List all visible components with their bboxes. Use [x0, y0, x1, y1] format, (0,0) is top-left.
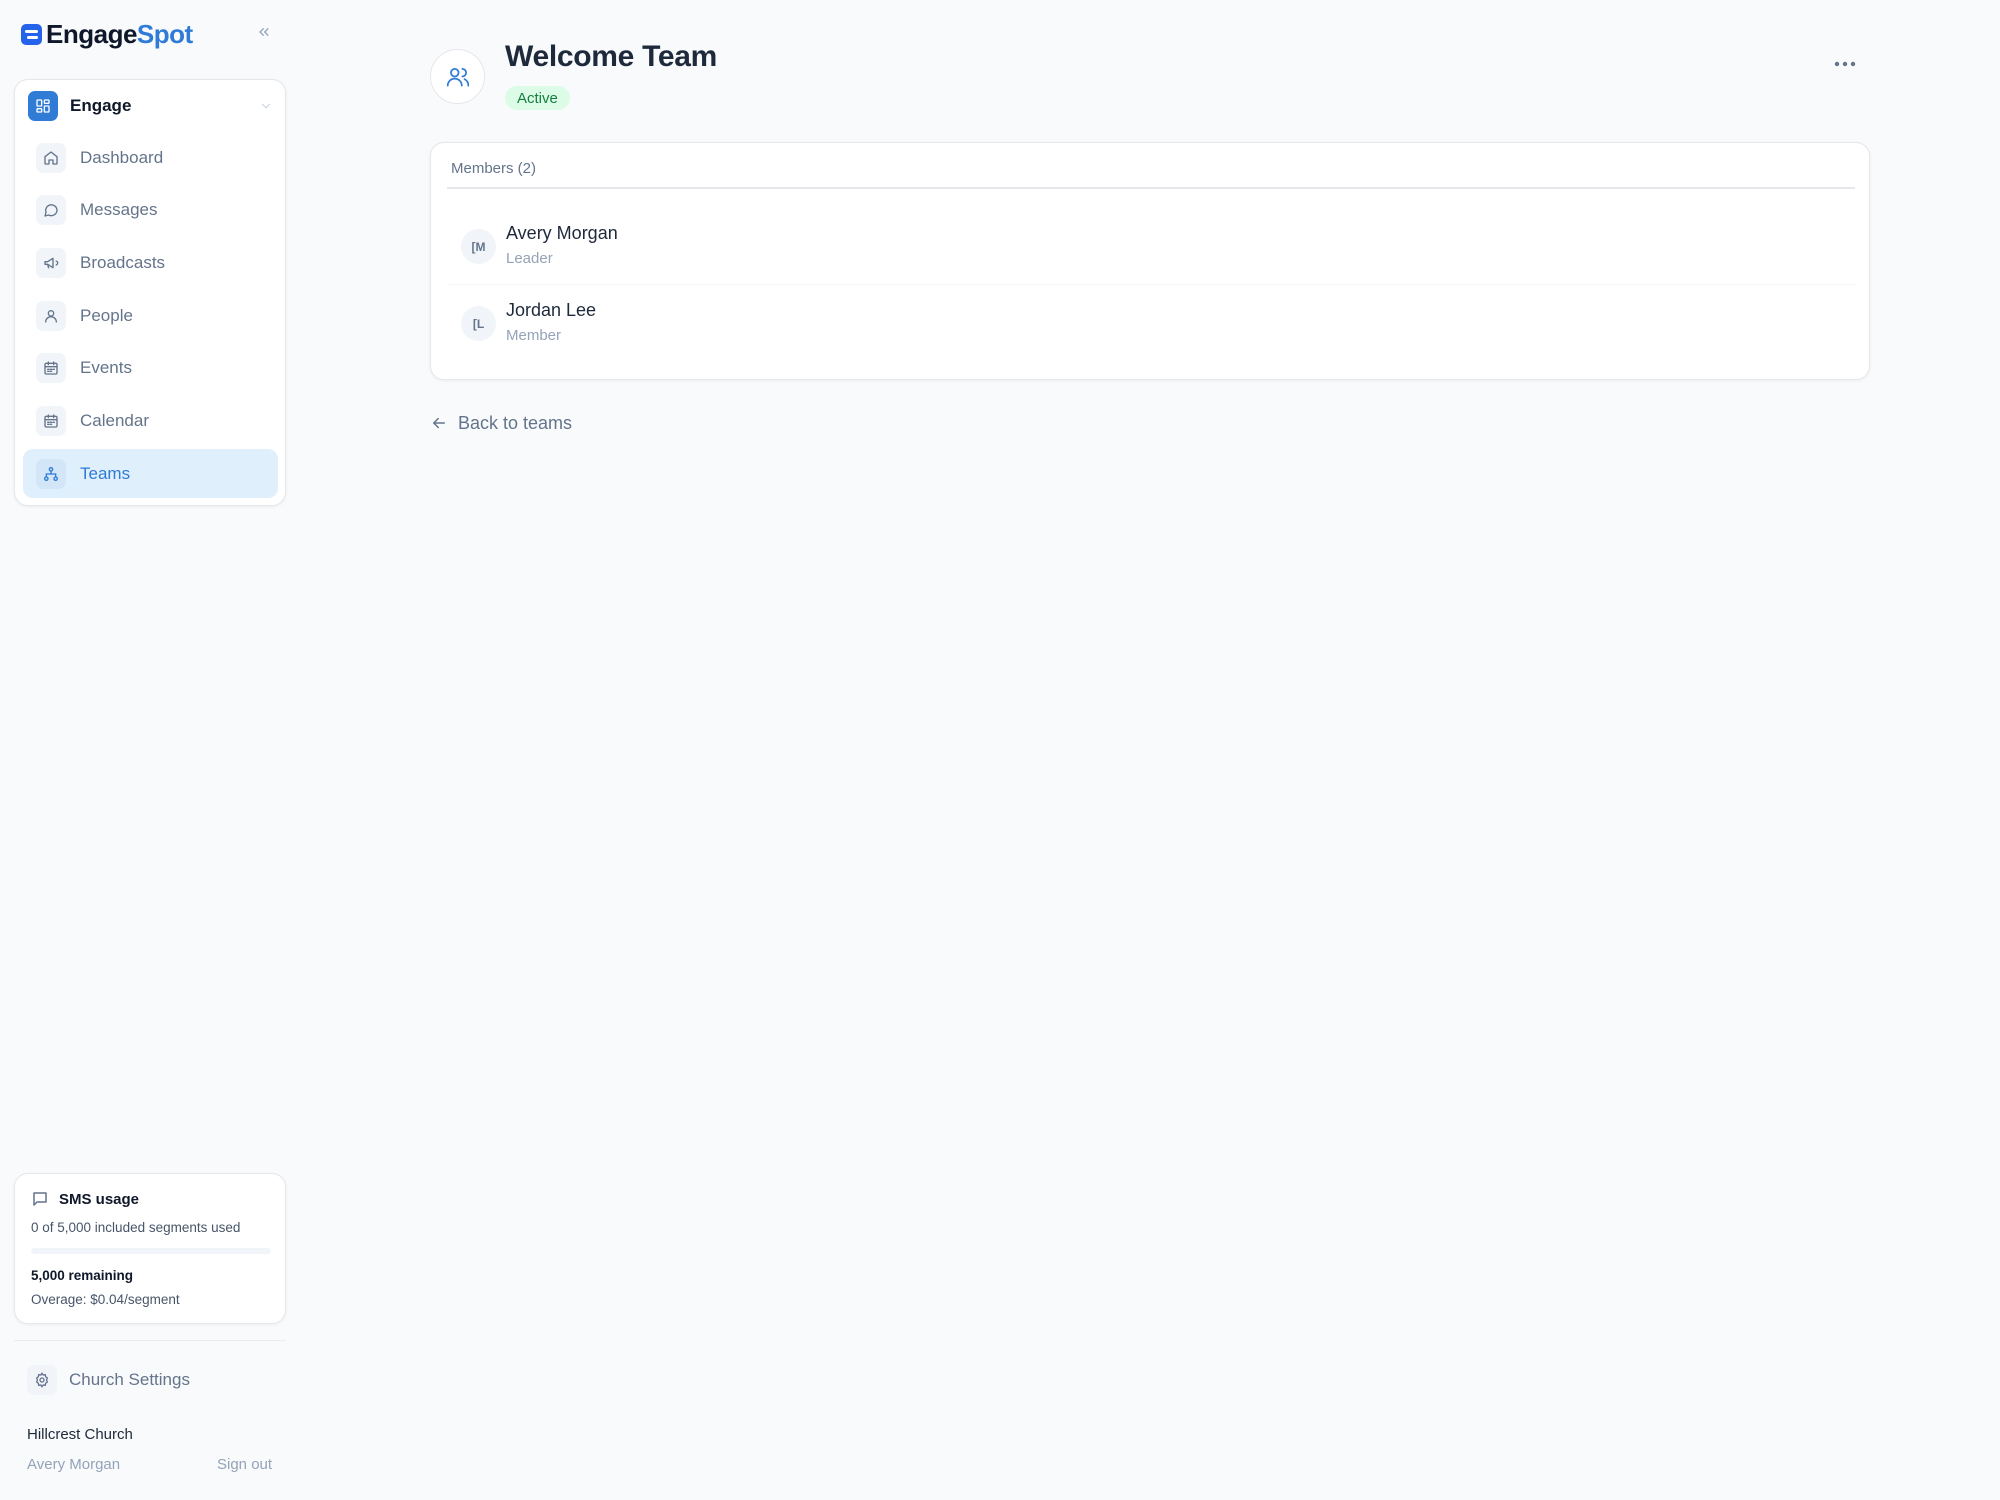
sms-overage: Overage: $0.04/segment [31, 1292, 180, 1307]
sms-usage-title: SMS usage [59, 1190, 140, 1208]
dashboard-grid-icon [28, 91, 58, 121]
status-badge: Active [505, 86, 570, 110]
list-item[interactable]: [L Jordan Lee Member [447, 286, 1855, 362]
sidebar-item-label: People [80, 305, 133, 325]
home-icon [36, 142, 66, 173]
avatar: [M [461, 229, 496, 264]
sidebar-item-dashboard[interactable]: Dashboard [23, 133, 278, 182]
sms-usage-progress [31, 1248, 271, 1254]
avatar: [L [461, 306, 496, 341]
message-square-icon [33, 1192, 47, 1206]
team-avatar [430, 49, 485, 104]
sidebar-item-broadcasts[interactable]: Broadcasts [23, 238, 278, 287]
sidebar-item-label: Messages [80, 200, 158, 220]
collapse-sidebar-button[interactable] [252, 20, 276, 44]
sms-usage-text: 0 of 5,000 included segments used [31, 1220, 241, 1235]
page-title: Welcome Team [505, 40, 718, 73]
org-chart-icon [36, 458, 66, 489]
user-icon [36, 300, 66, 331]
back-to-teams-label: Back to teams [458, 412, 573, 433]
members-header: Members (2) [451, 160, 537, 177]
sms-usage-header: SMS usage [31, 1190, 139, 1208]
section-title: Engage [70, 96, 132, 115]
nav-list: Dashboard Messages Broadcasts People Eve… [23, 133, 278, 502]
logo-mark-icon [21, 23, 42, 45]
section-engage-toggle[interactable]: Engage [28, 90, 274, 122]
sms-usage-card: SMS usage 0 of 5,000 included segments u… [14, 1173, 286, 1324]
megaphone-icon [36, 247, 66, 278]
sidebar-item-calendar[interactable]: Calendar [23, 396, 278, 445]
calendar-icon [36, 405, 66, 436]
brand-name-part1: Engage [46, 18, 137, 49]
sidebar-item-label: Broadcasts [80, 252, 166, 272]
sidebar-item-label: Events [80, 358, 132, 378]
church-settings-label: Church Settings [69, 1370, 190, 1389]
more-horizontal-icon [1834, 61, 1856, 67]
brand-name: EngageSpot [46, 19, 193, 50]
gear-icon [27, 1365, 57, 1395]
calendar-icon [36, 353, 66, 384]
sidebar-item-people[interactable]: People [23, 291, 278, 340]
arrow-left-icon [433, 417, 445, 429]
brand-logo[interactable]: EngageSpot [21, 18, 193, 50]
current-user-name: Avery Morgan [27, 1456, 121, 1473]
message-circle-icon [36, 195, 66, 226]
chevron-down-icon [258, 98, 274, 114]
sidebar-item-events[interactable]: Events [23, 344, 278, 393]
sidebar-item-label: Dashboard [80, 147, 164, 167]
more-options-button[interactable] [1830, 52, 1860, 76]
sidebar-item-messages[interactable]: Messages [23, 186, 278, 235]
church-name: Hillcrest Church [27, 1426, 133, 1443]
members-card: Members (2) [M Avery Morgan Leader [L Jo… [430, 142, 1870, 380]
members-divider [447, 187, 1855, 189]
member-role: Leader [506, 250, 553, 267]
member-role: Member [506, 327, 562, 344]
sidebar-item-label: Teams [80, 463, 131, 483]
member-name: Jordan Lee [506, 300, 597, 320]
sms-remaining: 5,000 remaining [31, 1268, 134, 1283]
member-name: Avery Morgan [506, 223, 618, 243]
sidebar-divider [14, 1340, 286, 1341]
users-icon [446, 67, 469, 87]
nav-card: Engage Dashboard Messages Broadcasts Peo… [14, 79, 286, 506]
brand-name-part2: Spot [136, 18, 193, 49]
sidebar-item-label: Calendar [80, 410, 149, 430]
church-settings-link[interactable]: Church Settings [27, 1365, 190, 1395]
back-to-teams-link[interactable]: Back to teams [430, 411, 572, 435]
sign-out-link[interactable]: Sign out [217, 1456, 272, 1473]
list-item[interactable]: [M Avery Morgan Leader [447, 209, 1855, 285]
sidebar: EngageSpot Engage Dashboard Messages Bro… [0, 0, 300, 1500]
chevrons-left-icon [259, 27, 269, 36]
sidebar-item-teams[interactable]: Teams [23, 449, 278, 499]
